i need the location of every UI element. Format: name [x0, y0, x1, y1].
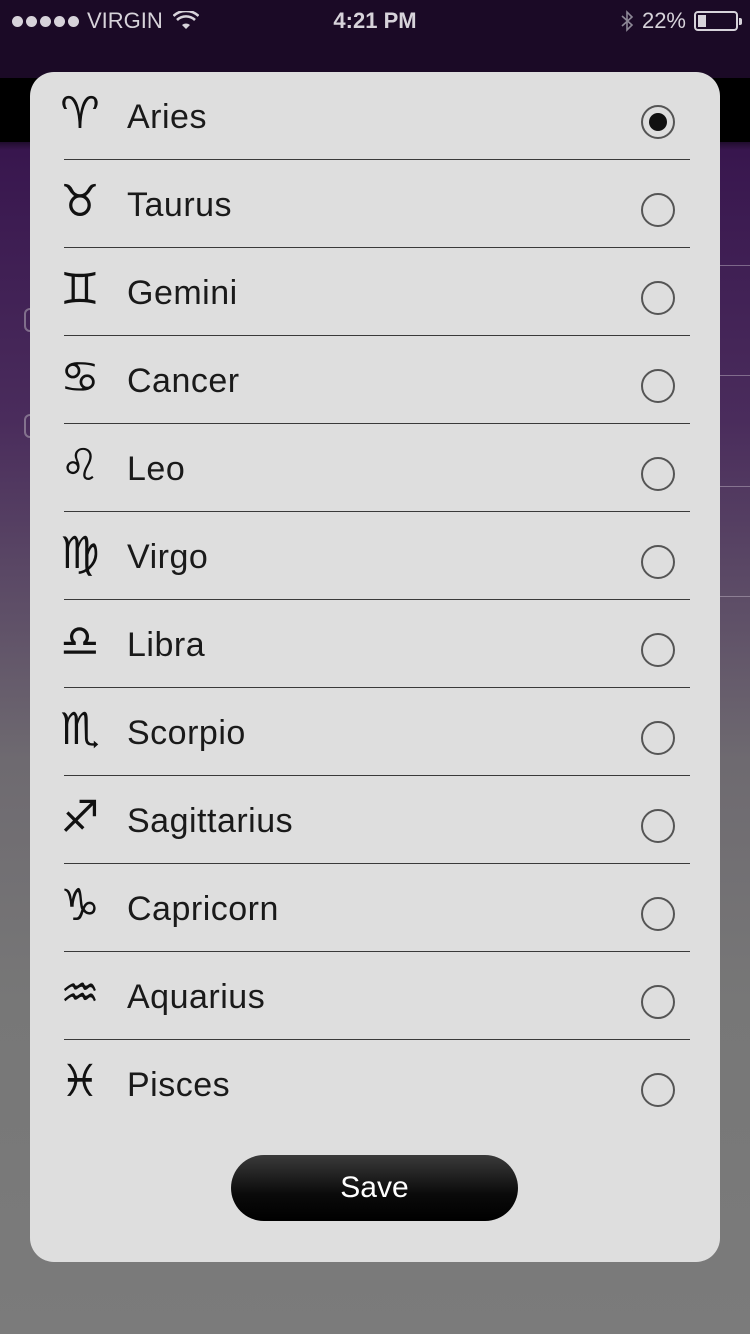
sign-row-aquarius[interactable]: ♒︎ Aquarius	[30, 952, 720, 1040]
radio-button[interactable]	[641, 545, 675, 579]
sagittarius-icon: ♐︎	[60, 792, 100, 843]
sign-label: Virgo	[127, 538, 209, 576]
radio-button[interactable]	[641, 457, 675, 491]
sign-label: Leo	[127, 450, 186, 488]
radio-button[interactable]	[641, 985, 675, 1019]
radio-button[interactable]	[641, 897, 675, 931]
pisces-icon: ♓︎	[60, 1056, 100, 1107]
radio-button[interactable]	[641, 721, 675, 755]
gemini-icon: ♊︎	[60, 264, 100, 315]
libra-icon: ♎︎	[60, 616, 100, 667]
status-bar: VIRGIN 4:21 PM 22%	[0, 0, 750, 40]
radio-button[interactable]	[641, 105, 675, 139]
virgo-icon: ♍︎	[60, 528, 100, 579]
sign-label: Pisces	[127, 1066, 231, 1104]
sign-row-capricorn[interactable]: ♑︎ Capricorn	[30, 864, 720, 952]
sign-row-taurus[interactable]: ♉︎ Taurus	[30, 160, 720, 248]
sign-row-aries[interactable]: ♈︎ Aries	[30, 72, 720, 160]
leo-icon: ♌︎	[60, 440, 100, 491]
sign-row-libra[interactable]: ♎︎ Libra	[30, 600, 720, 688]
radio-button[interactable]	[641, 281, 675, 315]
sign-label: Capricorn	[127, 890, 279, 928]
aquarius-icon: ♒︎	[60, 968, 100, 1019]
save-button[interactable]: Save	[231, 1155, 518, 1221]
status-right: 22%	[620, 8, 742, 34]
aries-icon: ♈︎	[60, 88, 100, 139]
sign-label: Scorpio	[127, 714, 246, 752]
sign-row-leo[interactable]: ♌︎ Leo	[30, 424, 720, 512]
cancer-icon: ♋︎	[60, 352, 100, 403]
radio-button[interactable]	[641, 369, 675, 403]
sign-label: Aquarius	[127, 978, 266, 1016]
sign-row-cancer[interactable]: ♋︎ Cancer	[30, 336, 720, 424]
radio-button[interactable]	[641, 1073, 675, 1107]
zodiac-sign-list: ♈︎ Aries ♉︎ Taurus ♊︎ Gemini ♋︎ Cancer ♌︎ Leo ♍︎ Vi…	[30, 72, 720, 1128]
sign-label: Taurus	[127, 186, 233, 224]
battery-percent: 22%	[641, 8, 686, 33]
sign-row-virgo[interactable]: ♍︎ Virgo	[30, 512, 720, 600]
sign-row-scorpio[interactable]: ♏︎ Scorpio	[30, 688, 720, 776]
sign-label: Sagittarius	[127, 802, 294, 840]
radio-button[interactable]	[641, 193, 675, 227]
sign-label: Cancer	[127, 362, 240, 400]
battery-icon	[694, 11, 742, 31]
zodiac-picker-modal: ♈︎ Aries ♉︎ Taurus ♊︎ Gemini ♋︎ Cancer ♌︎ Leo ♍︎ Vi…	[30, 72, 720, 1262]
sign-row-gemini[interactable]: ♊︎ Gemini	[30, 248, 720, 336]
taurus-icon: ♉︎	[60, 176, 100, 227]
radio-button[interactable]	[641, 633, 675, 667]
sign-label: Gemini	[127, 274, 238, 312]
bluetooth-icon	[621, 10, 634, 32]
radio-button[interactable]	[641, 809, 675, 843]
capricorn-icon: ♑︎	[60, 880, 100, 931]
sign-row-pisces[interactable]: ♓︎ Pisces	[30, 1040, 720, 1128]
sign-row-sagittarius[interactable]: ♐︎ Sagittarius	[30, 776, 720, 864]
scorpio-icon: ♏︎	[60, 704, 100, 755]
sign-label: Aries	[127, 98, 207, 136]
sign-label: Libra	[127, 626, 206, 664]
battery-fill	[698, 15, 706, 27]
